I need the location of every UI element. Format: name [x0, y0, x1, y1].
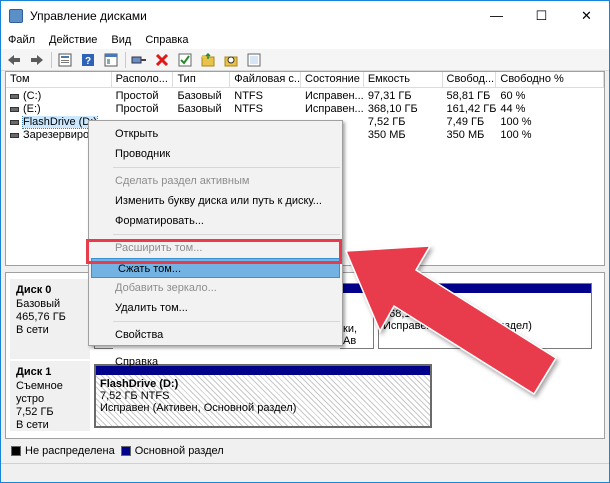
menu-item-change-letter[interactable]: Изменить букву диска или путь к диску...: [89, 191, 342, 211]
check-icon[interactable]: [176, 52, 194, 68]
search-folder-icon[interactable]: [222, 52, 240, 68]
col-free[interactable]: Свобод...: [443, 72, 497, 87]
menu-item-properties[interactable]: Свойства: [89, 325, 342, 345]
menu-item-mark-active: Сделать раздел активным: [115, 175, 250, 187]
maximize-button[interactable]: ☐: [519, 1, 564, 30]
disk-0-label[interactable]: Диск 0 Базовый 465,76 ГБ В сети: [10, 279, 90, 359]
title-bar[interactable]: Управление дисками — ☐ ✕: [1, 1, 609, 30]
disk-management-app-icon: [9, 8, 23, 23]
menu-item-format[interactable]: Форматировать...: [89, 211, 342, 231]
col-free-pct[interactable]: Свободно %: [496, 72, 604, 87]
menu-separator: [113, 234, 340, 235]
table-row[interactable]: (C:) Простой Базовый NTFS Исправен... 97…: [6, 90, 604, 103]
help-icon[interactable]: ?: [79, 52, 97, 68]
close-button[interactable]: ✕: [564, 1, 609, 30]
toolbar: ?: [1, 49, 609, 71]
legend-unallocated-label: Не распределена: [25, 445, 115, 457]
legend: Не распределена Основной раздел: [5, 442, 605, 460]
window-title: Управление дисками: [30, 8, 147, 23]
legend-primary-label: Основной раздел: [134, 445, 224, 457]
menu-item-explorer[interactable]: Проводник: [89, 144, 342, 164]
status-bar: [1, 463, 609, 482]
minimize-button[interactable]: —: [474, 1, 519, 30]
menu-help[interactable]: Справка: [138, 34, 195, 46]
partition-e[interactable]: (E:) 368,10 ГБ Исправен (Основной раздел…: [378, 283, 592, 349]
menu-item-delete[interactable]: Удалить том...: [89, 298, 342, 318]
col-capacity[interactable]: Емкость: [364, 72, 443, 87]
connect-icon[interactable]: [130, 52, 148, 68]
col-layout[interactable]: Располо...: [112, 72, 174, 87]
legend-unallocated-swatch: [11, 446, 21, 456]
drive-icon: [10, 132, 19, 138]
partition-flashdrive[interactable]: FlashDrive (D:) 7,52 ГБ NTFS Исправен (А…: [94, 364, 432, 428]
drive-icon: [10, 106, 19, 112]
table-row[interactable]: (E:) Простой Базовый NTFS Исправен... 36…: [6, 103, 604, 116]
console-icon[interactable]: [102, 52, 120, 68]
legend-primary-swatch: [120, 446, 131, 456]
menu-item-open[interactable]: Открыть: [89, 124, 342, 144]
volume-list-header: Том Располо... Тип Файловая с... Состоян…: [6, 72, 604, 88]
back-icon[interactable]: [5, 52, 23, 68]
menu-item-mirror: Добавить зеркало...: [115, 282, 217, 294]
menu-separator: [113, 321, 340, 322]
menu-separator: [113, 348, 340, 349]
col-volume[interactable]: Том: [6, 72, 112, 87]
col-status[interactable]: Состояние: [301, 72, 364, 87]
folder-icon[interactable]: [199, 52, 217, 68]
menu-file[interactable]: Файл: [1, 34, 42, 46]
menu-item-help[interactable]: Справка: [89, 352, 342, 372]
menu-view[interactable]: Вид: [104, 34, 138, 46]
menu-action[interactable]: Действие: [42, 34, 104, 46]
properties-icon[interactable]: [56, 52, 74, 68]
drive-icon: [10, 93, 19, 99]
disk-1-label[interactable]: Диск 1 Съемное устро 7,52 ГБ В сети: [10, 361, 90, 431]
col-type[interactable]: Тип: [173, 72, 231, 87]
context-menu: Открыть Проводник Сделать раздел активны…: [88, 120, 343, 368]
forward-icon[interactable]: [28, 52, 46, 68]
svg-text:?: ?: [85, 56, 91, 67]
delete-icon[interactable]: [153, 52, 171, 68]
drive-icon: [10, 119, 19, 125]
menu-separator: [113, 167, 340, 168]
menu-bar: Файл Действие Вид Справка: [1, 30, 609, 49]
annotation-highlight-box: [86, 239, 342, 264]
col-filesystem[interactable]: Файловая с...: [230, 72, 302, 87]
refresh-icon[interactable]: [245, 52, 263, 68]
